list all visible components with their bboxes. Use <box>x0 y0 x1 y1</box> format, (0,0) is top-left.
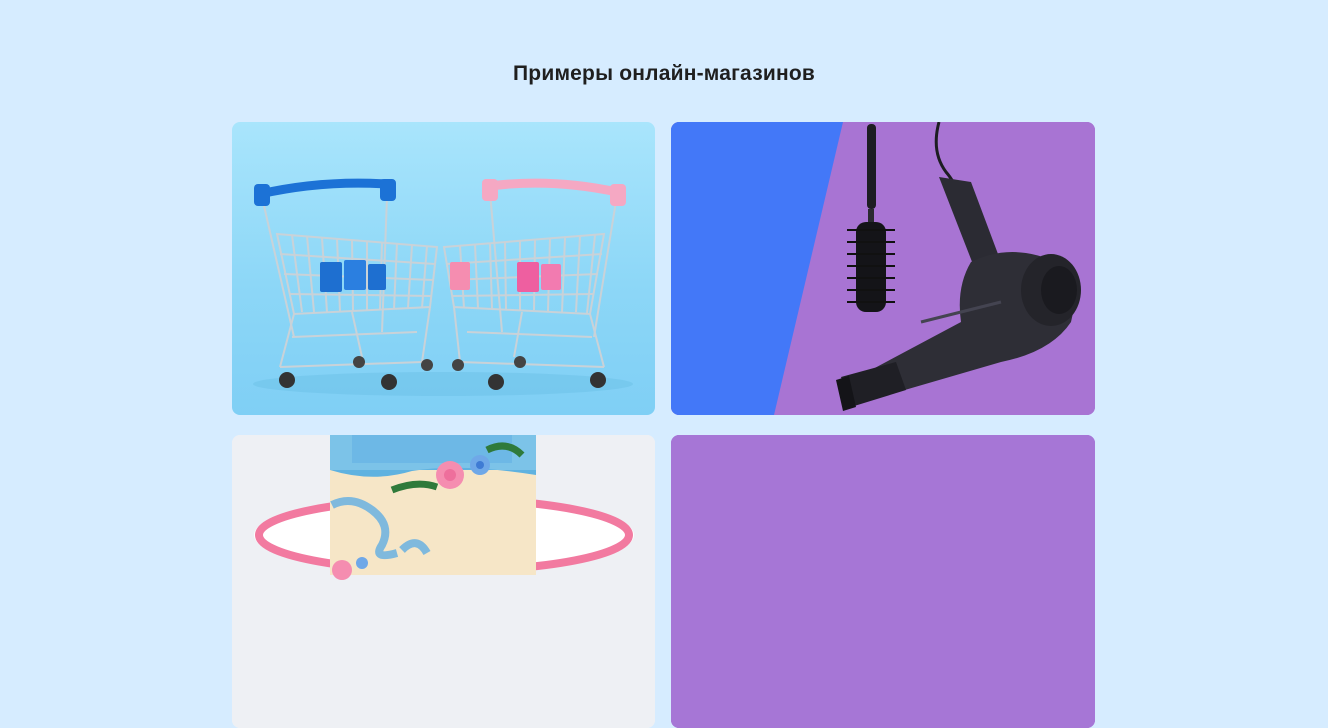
shopping-carts-image <box>253 178 633 396</box>
section-title: Примеры онлайн-магазинов <box>513 62 815 85</box>
examples-section: Примеры онлайн-магазинов <box>0 0 1328 728</box>
hairdryer-brush-image <box>671 122 1095 415</box>
store-card-cake[interactable] <box>232 435 655 728</box>
store-card-purple[interactable] <box>671 435 1095 728</box>
store-card-hairdryer[interactable] <box>671 122 1095 415</box>
cake-image <box>232 435 655 728</box>
purple-background-image <box>671 435 1095 728</box>
store-card-carts[interactable] <box>232 122 655 415</box>
